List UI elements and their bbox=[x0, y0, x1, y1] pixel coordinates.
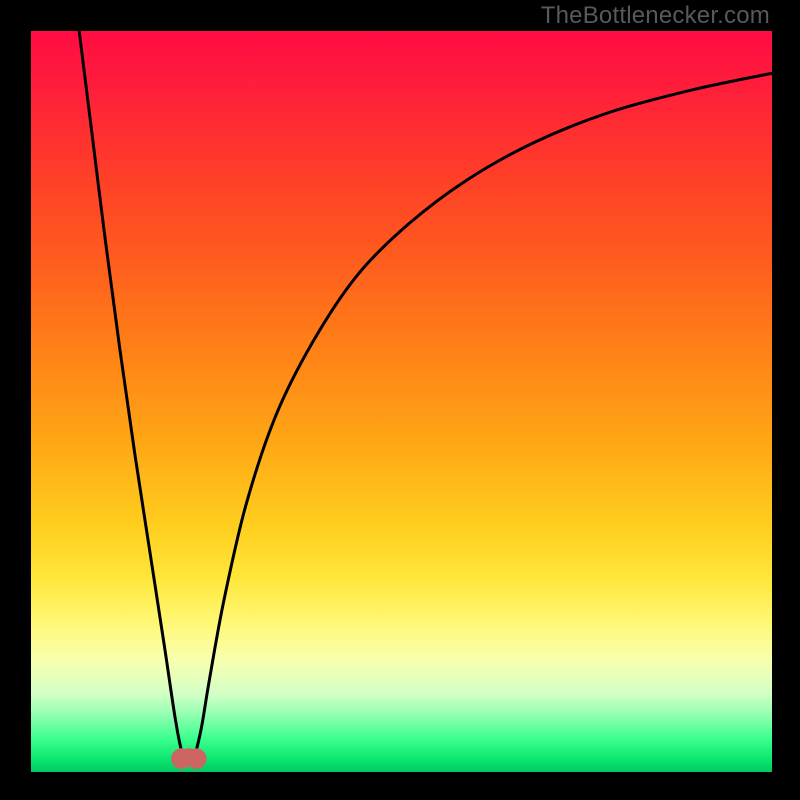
chart-frame: TheBottlenecker.com bbox=[0, 0, 800, 800]
plot-area bbox=[31, 31, 772, 772]
watermark-text: TheBottlenecker.com bbox=[541, 2, 770, 30]
bottleneck-curve bbox=[31, 31, 772, 772]
